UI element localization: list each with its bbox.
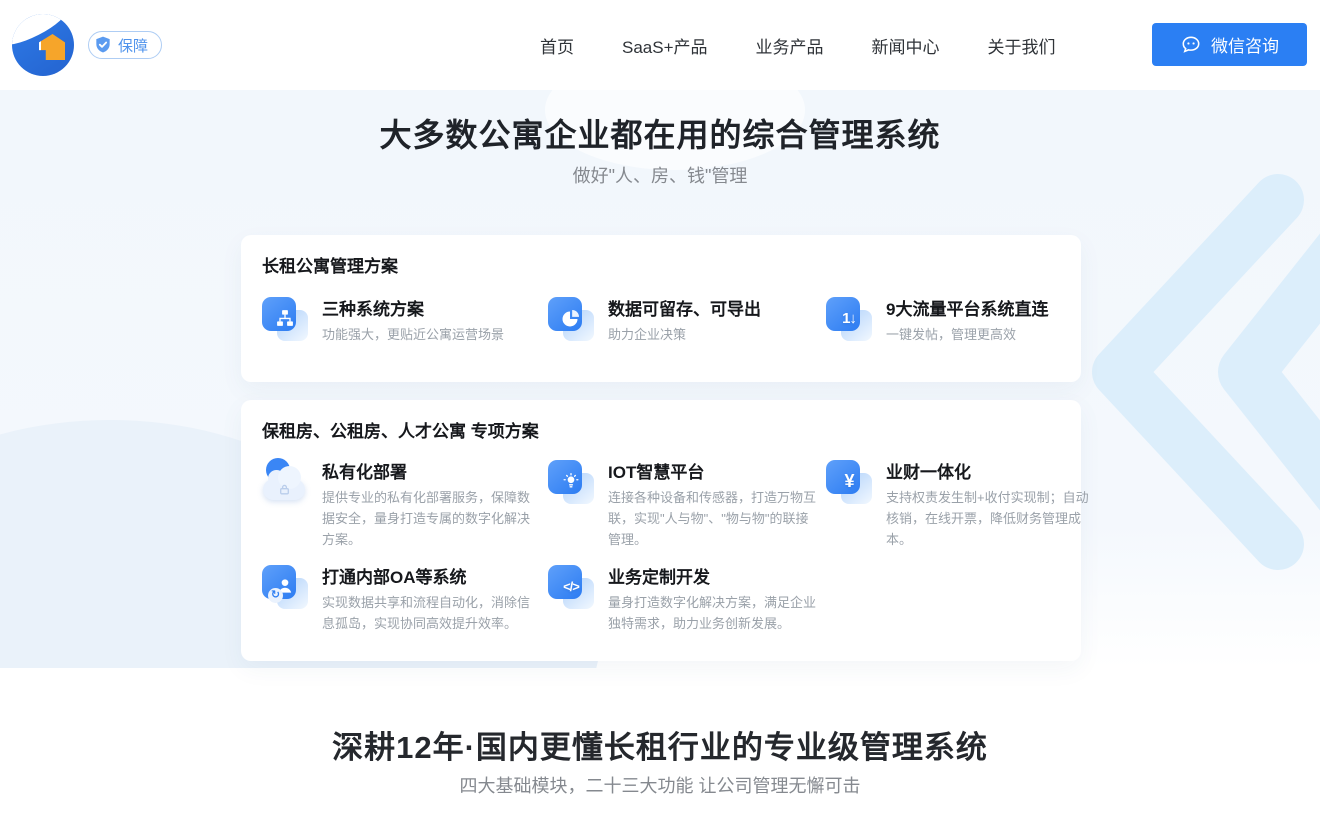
feature-data-retain-export: 数据可留存、可导出 助力企业决策 <box>548 295 818 346</box>
feature-three-system-plans: 三种系统方案 功能强大，更贴近公寓运营场景 <box>262 295 532 346</box>
feature-desc: 功能强大，更贴近公寓运营场景 <box>322 325 534 346</box>
feature-title: 数据可留存、可导出 <box>608 295 820 320</box>
top-navbar: 保障 首页 SaaS+产品 业务产品 新闻中心 关于我们 微信咨询 <box>0 0 1320 90</box>
feature-custom-development: </> 业务定制开发 量身打造数字化解决方案，满足企业独特需求，助力业务创新发展… <box>548 563 818 635</box>
feature-desc: 量身打造数字化解决方案，满足企业独特需求，助力业务创新发展。 <box>608 593 820 635</box>
section2-subtitle: 四大基础模块，二十三大功能 让公司管理无懈可击 <box>0 772 1320 798</box>
nav-item-saas-products[interactable]: SaaS+产品 <box>622 33 708 58</box>
feature-desc: 支持权责发生制+收付实现制；自动核销，在线开票，降低财务管理成本。 <box>886 488 1098 550</box>
code-icon: </> <box>548 563 594 609</box>
feature-desc: 实现数据共享和流程自动化，消除信息孤岛，实现协同高效提升效率。 <box>322 593 534 635</box>
feature-title: 9大流量平台系统直连 <box>886 295 1098 320</box>
card-long-term-rental-solution: 长租公寓管理方案 三种系统方案 功能强大，更贴近公寓运营场景 <box>241 235 1081 382</box>
nav-item-home[interactable]: 首页 <box>540 33 574 58</box>
cloud-lock-icon <box>262 458 308 504</box>
feature-finance-integration: ¥ 业财一体化 支持权责发生制+收付实现制；自动核销，在线开票，降低财务管理成本… <box>826 458 1096 550</box>
card-title: 长租公寓管理方案 <box>262 252 398 277</box>
landing-page: 大多数公寓企业都在用的综合管理系统 做好"人、房、钱"管理 保障 首页 SaaS… <box>0 0 1320 813</box>
feature-title: 业财一体化 <box>886 458 1098 483</box>
nav-item-news-center[interactable]: 新闻中心 <box>872 33 940 58</box>
nav-item-business-products[interactable]: 业务产品 <box>756 33 824 58</box>
feature-private-deployment: 私有化部署 提供专业的私有化部署服务，保障数据安全，量身打造专属的数字化解决方案… <box>262 458 532 550</box>
feature-desc: 一键发帖，管理更高效 <box>886 325 1098 346</box>
main-nav: 首页 SaaS+产品 业务产品 新闻中心 关于我们 <box>540 0 1056 90</box>
feature-title: 三种系统方案 <box>322 295 534 320</box>
feature-title: 业务定制开发 <box>608 563 820 588</box>
feature-oa-integration: ↻ 打通内部OA等系统 实现数据共享和流程自动化，消除信息孤岛，实现协同高效提升… <box>262 563 532 635</box>
company-logo-icon[interactable] <box>12 14 74 76</box>
guarantee-badge: 保障 <box>88 31 162 59</box>
yuan-currency-icon: ¥ <box>826 458 872 504</box>
pie-chart-icon <box>548 295 594 341</box>
feature-desc: 连接各种设备和传感器，打造万物互联，实现"人与物"、"物与物"的联接管理。 <box>608 488 820 550</box>
feature-iot-platform: IOT智慧平台 连接各种设备和传感器，打造万物互联，实现"人与物"、"物与物"的… <box>548 458 818 550</box>
card-special-housing-solution: 保租房、公租房、人才公寓 专项方案 私有化部署 提供专业的私有化部署服务，保障数… <box>241 400 1081 661</box>
feature-title: IOT智慧平台 <box>608 458 820 483</box>
nav-item-about-us[interactable]: 关于我们 <box>988 33 1056 58</box>
sort-arrows-icon: 1↓ <box>826 295 872 341</box>
guarantee-badge-label: 保障 <box>118 35 148 56</box>
card-title: 保租房、公租房、人才公寓 专项方案 <box>262 417 539 442</box>
feature-title: 打通内部OA等系统 <box>322 563 534 588</box>
feature-platform-direct-connect: 1↓ 9大流量平台系统直连 一键发帖，管理更高效 <box>826 295 1096 346</box>
feature-desc: 助力企业决策 <box>608 325 820 346</box>
sync-arrows-icon: ↻ <box>268 588 283 603</box>
section2-title: 深耕12年·国内更懂长租行业的专业级管理系统 <box>0 722 1320 767</box>
shield-check-icon <box>93 34 113 56</box>
hero-subtitle: 做好"人、房、钱"管理 <box>0 162 1320 188</box>
lightbulb-icon <box>548 458 594 504</box>
person-sync-icon: ↻ <box>262 563 308 609</box>
feature-desc: 提供专业的私有化部署服务，保障数据安全，量身打造专属的数字化解决方案。 <box>322 488 534 550</box>
org-chart-icon <box>262 295 308 341</box>
wechat-consult-label: 微信咨询 <box>1211 32 1279 57</box>
wechat-chat-icon <box>1180 34 1202 56</box>
wechat-consult-button[interactable]: 微信咨询 <box>1152 23 1307 66</box>
feature-title: 私有化部署 <box>322 458 534 483</box>
hero-title: 大多数公寓企业都在用的综合管理系统 <box>0 110 1320 156</box>
